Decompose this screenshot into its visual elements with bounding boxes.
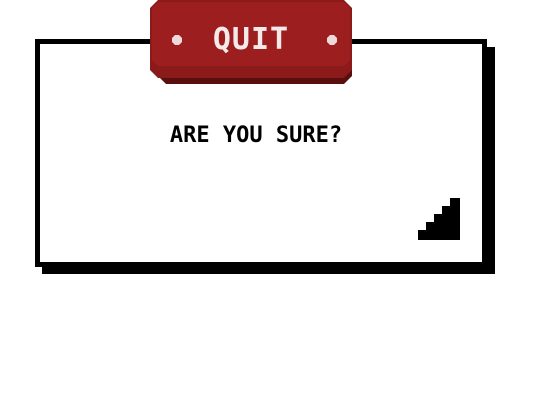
dialog-prompt: ARE YOU SURE? bbox=[169, 123, 343, 148]
dialog-title: QUIT bbox=[212, 22, 290, 57]
pixel-staircase-corner-icon[interactable] bbox=[418, 198, 460, 240]
